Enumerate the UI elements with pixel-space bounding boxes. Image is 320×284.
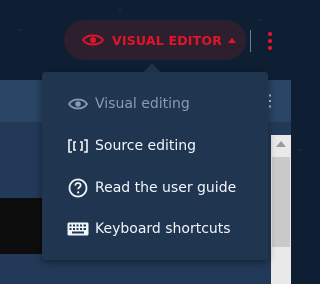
menu-item-label: Source editing <box>95 138 197 154</box>
editor-mode-button[interactable]: VISUAL EDITOR <box>64 20 246 60</box>
menu-item-visual-editing: Visual editing <box>42 88 268 120</box>
menu-item-label: Visual editing <box>95 96 190 112</box>
help-circle-icon <box>67 177 89 199</box>
toolbar-divider <box>250 30 251 52</box>
menu-item-source-editing[interactable]: Source editing <box>42 130 268 162</box>
menu-item-label: Keyboard shortcuts <box>95 221 231 237</box>
menu-item-user-guide[interactable]: Read the user guide <box>42 172 268 204</box>
source-code-icon <box>67 135 89 157</box>
scroll-up-icon[interactable] <box>276 141 286 147</box>
editor-mode-label: VISUAL EDITOR <box>112 32 223 48</box>
menu-item-keyboard-shortcuts[interactable]: Keyboard shortcuts <box>42 213 268 245</box>
content-block <box>0 198 44 254</box>
caret-up-icon <box>228 37 237 43</box>
scrollbar-thumb[interactable] <box>272 157 290 247</box>
menu-item-label: Read the user guide <box>95 180 237 196</box>
keyboard-icon <box>67 218 89 240</box>
more-options-icon[interactable] <box>268 32 274 52</box>
editor-mode-menu: Visual editing Source editing Read the u… <box>42 72 268 260</box>
scrollbar[interactable] <box>271 135 291 284</box>
eye-icon <box>67 93 89 115</box>
eye-icon <box>82 33 104 47</box>
